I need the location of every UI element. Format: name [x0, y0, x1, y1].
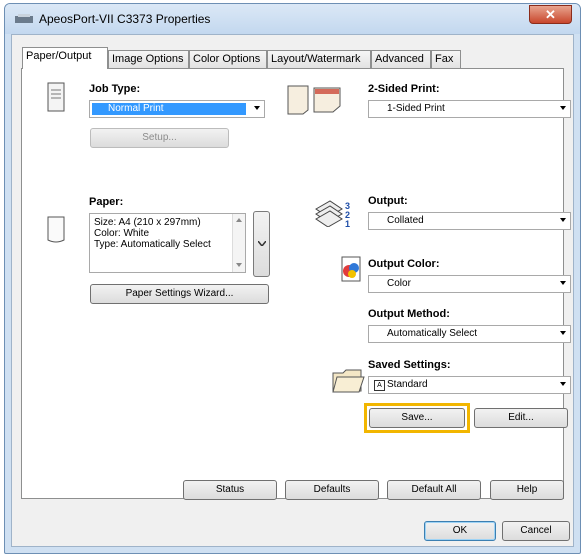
output-color-select[interactable]: Color — [368, 275, 571, 293]
chevron-down-icon — [258, 241, 266, 246]
output-method-value: Automatically Select — [387, 328, 478, 339]
svg-text:1: 1 — [345, 219, 350, 227]
paper-color-text: Color: White — [94, 228, 150, 239]
printer-app-icon — [15, 14, 33, 23]
output-value: Collated — [387, 215, 424, 226]
paper-settings-wizard-button[interactable]: Paper Settings Wizard... — [90, 284, 269, 304]
job-type-label: Job Type: — [89, 83, 141, 95]
output-method-label: Output Method: — [368, 308, 450, 320]
output-color-icon — [341, 256, 361, 282]
paper-type-text: Type: Automatically Select — [94, 239, 211, 250]
tab-image-options[interactable]: Image Options — [108, 50, 189, 68]
chevron-down-icon — [254, 106, 260, 110]
output-label: Output: — [368, 195, 408, 207]
chevron-down-icon — [560, 382, 566, 386]
job-type-value: Normal Print — [108, 103, 164, 114]
tab-color-options[interactable]: Color Options — [189, 50, 267, 68]
chevron-down-icon — [560, 106, 566, 110]
title-bar[interactable]: ApeosPort-VII C3373 Properties ✕ — [5, 4, 580, 34]
edit-button[interactable]: Edit... — [474, 408, 568, 428]
two-sided-print-icon — [287, 85, 341, 115]
tab-paper-output[interactable]: Paper/Output — [22, 47, 108, 69]
ok-button[interactable]: OK — [424, 521, 496, 541]
scroll-down-icon — [236, 263, 242, 267]
chevron-down-icon — [560, 218, 566, 222]
paper-output-panel: Job Type: Normal Print Setup... Paper: S… — [21, 68, 571, 499]
setting-a-icon: A — [374, 380, 385, 391]
close-button[interactable]: ✕ — [529, 5, 572, 24]
saved-settings-value: Standard — [387, 379, 428, 390]
paper-icon — [47, 216, 65, 243]
saved-settings-label: Saved Settings: — [368, 359, 451, 371]
two-sided-print-select[interactable]: 1-Sided Print — [368, 100, 571, 118]
status-button[interactable]: Status — [183, 480, 277, 500]
chevron-down-icon — [560, 331, 566, 335]
defaults-button[interactable]: Defaults — [285, 480, 379, 500]
dialog-client: Paper/Output Image Options Color Options… — [11, 34, 574, 547]
paper-info-box[interactable]: Size: A4 (210 x 297mm) Color: White Type… — [89, 213, 246, 273]
default-all-button[interactable]: Default All — [387, 480, 481, 500]
tab-advanced[interactable]: Advanced — [371, 50, 431, 68]
folder-icon — [332, 369, 365, 393]
setup-button[interactable]: Setup... — [90, 128, 229, 148]
tab-fax[interactable]: Fax — [431, 50, 461, 68]
chevron-down-icon — [560, 281, 566, 285]
cancel-button[interactable]: Cancel — [502, 521, 570, 541]
job-type-icon — [47, 82, 65, 112]
output-color-value: Color — [387, 278, 411, 289]
collated-output-icon: 3 2 1 — [315, 200, 350, 227]
job-type-select[interactable]: Normal Print — [89, 100, 265, 118]
output-select[interactable]: Collated — [368, 212, 571, 230]
properties-window: ApeosPort-VII C3373 Properties ✕ Paper/O… — [4, 3, 581, 554]
output-method-select[interactable]: Automatically Select — [368, 325, 571, 343]
scroll-up-icon — [236, 218, 242, 222]
two-sided-print-label: 2-Sided Print: — [368, 83, 440, 95]
save-button-highlight — [364, 403, 470, 433]
saved-settings-select[interactable]: A Standard — [368, 376, 571, 394]
two-sided-print-value: 1-Sided Print — [387, 103, 445, 114]
window-title: ApeosPort-VII C3373 Properties — [39, 12, 211, 26]
paper-info-scrollbar[interactable] — [232, 214, 245, 272]
help-button[interactable]: Help — [490, 480, 564, 500]
paper-size-text: Size: A4 (210 x 297mm) — [94, 217, 201, 228]
output-color-label: Output Color: — [368, 258, 440, 270]
tab-layout-watermark[interactable]: Layout/Watermark — [267, 50, 371, 68]
paper-list-button[interactable] — [253, 211, 270, 277]
paper-label: Paper: — [89, 196, 124, 208]
